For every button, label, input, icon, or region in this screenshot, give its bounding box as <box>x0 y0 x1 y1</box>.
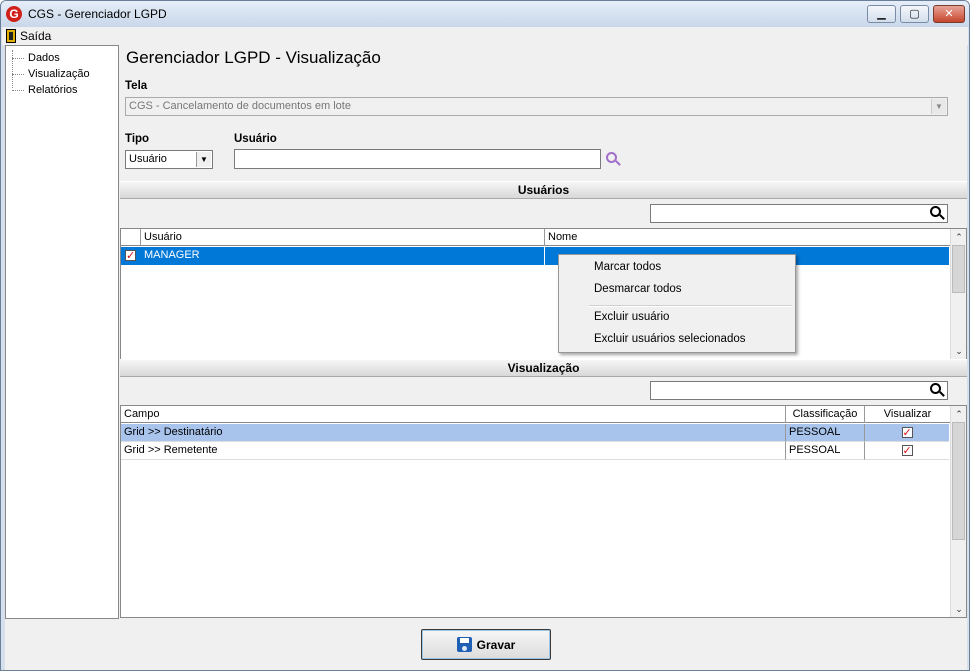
close-button[interactable]: ✕ <box>933 5 965 23</box>
minimize-button[interactable]: ▁ <box>867 5 896 23</box>
usuarios-grid-header: Usuário Nome <box>121 229 950 246</box>
cell-classificacao: PESSOAL <box>786 424 865 442</box>
exit-door-icon <box>6 29 16 43</box>
cell-classificacao: PESSOAL <box>786 442 865 460</box>
cell-visualizar[interactable] <box>865 424 949 442</box>
context-menu: Marcar todos Desmarcar todos Excluir usu… <box>558 254 796 353</box>
visualizacao-grid: Campo Classificação Visualizar Grid >> D… <box>120 405 967 618</box>
column-header-check <box>121 229 141 246</box>
cell-campo: Grid >> Remetente <box>121 442 786 460</box>
search-icon[interactable] <box>930 206 946 222</box>
checkbox-checked-icon[interactable] <box>901 443 913 460</box>
cell-visualizar[interactable] <box>865 442 949 460</box>
chevron-down-icon[interactable]: ▼ <box>196 152 211 167</box>
page-title: Gerenciador LGPD - Visualização <box>126 48 381 67</box>
exit-label: Saída <box>20 29 52 43</box>
usuario-label: Usuário <box>234 133 277 145</box>
chevron-down-icon[interactable]: ▼ <box>931 99 946 114</box>
footer-bar: Gravar <box>5 619 967 670</box>
tela-label: Tela <box>125 80 148 92</box>
tree-item-dados[interactable]: Dados <box>12 50 60 66</box>
usuarios-section-header: Usuários <box>120 181 967 199</box>
visualizacao-scrollbar[interactable]: ⌃ ⌄ <box>950 406 966 617</box>
app-window: G CGS - Gerenciador LGPD ▁ ▢ ✕ Saída Dad… <box>0 0 970 671</box>
usuarios-scrollbar[interactable]: ⌃ ⌄ <box>950 229 966 359</box>
checkbox-checked-icon[interactable] <box>901 425 913 442</box>
visualizacao-grid-header: Campo Classificação Visualizar <box>121 406 950 423</box>
floppy-disk-icon <box>456 637 472 652</box>
table-row[interactable]: Grid >> Destinatário PESSOAL <box>121 424 949 442</box>
tela-select[interactable]: CGS - Cancelamento de documentos em lote… <box>125 97 948 116</box>
scroll-up-icon[interactable]: ⌃ <box>951 406 967 422</box>
menu-bar: Saída <box>2 27 968 45</box>
scroll-thumb[interactable] <box>952 422 965 540</box>
context-item-excluir-usuario[interactable]: Excluir usuário <box>594 311 669 323</box>
table-row[interactable]: MANAGER <box>121 247 949 265</box>
visualizacao-filter-input[interactable] <box>650 381 948 400</box>
checkbox-checked-icon[interactable] <box>125 248 136 265</box>
column-header-visualizar[interactable]: Visualizar <box>865 406 950 423</box>
tipo-select-value: Usuário <box>129 153 167 165</box>
tree-item-visualizacao[interactable]: Visualização <box>12 66 90 82</box>
tree-item-relatorios[interactable]: Relatórios <box>12 82 78 98</box>
search-icon[interactable] <box>606 152 622 168</box>
scroll-thumb[interactable] <box>952 245 965 293</box>
column-header-classificacao[interactable]: Classificação <box>786 406 865 423</box>
save-button[interactable]: Gravar <box>421 629 551 660</box>
column-header-campo[interactable]: Campo <box>121 406 786 423</box>
search-icon[interactable] <box>930 383 946 399</box>
context-item-marcar-todos[interactable]: Marcar todos <box>594 261 661 273</box>
usuarios-filter-input[interactable] <box>650 204 948 223</box>
scroll-up-icon[interactable]: ⌃ <box>951 229 967 245</box>
exit-menu-item[interactable]: Saída <box>6 28 51 44</box>
content-area: Dados Visualização Relatórios Gerenciado… <box>5 45 967 670</box>
save-button-label: Gravar <box>476 637 516 652</box>
scroll-down-icon[interactable]: ⌄ <box>951 343 967 359</box>
maximize-button[interactable]: ▢ <box>900 5 929 23</box>
visualizacao-section-header: Visualização <box>120 359 967 377</box>
context-item-desmarcar-todos[interactable]: Desmarcar todos <box>594 283 682 295</box>
usuario-input[interactable] <box>234 149 601 169</box>
usuarios-grid: Usuário Nome MANAGER ⌃ ⌄ <box>120 228 967 360</box>
column-header-nome[interactable]: Nome <box>545 229 950 246</box>
navigation-tree: Dados Visualização Relatórios <box>5 45 119 619</box>
row-checkbox-cell[interactable] <box>121 247 141 265</box>
table-row[interactable]: Grid >> Remetente PESSOAL <box>121 442 949 460</box>
column-header-usuario[interactable]: Usuário <box>141 229 545 246</box>
scroll-down-icon[interactable]: ⌄ <box>951 601 967 617</box>
cell-campo: Grid >> Destinatário <box>121 424 786 442</box>
context-separator <box>589 305 792 307</box>
tela-select-value: CGS - Cancelamento de documentos em lote <box>129 100 351 112</box>
title-bar[interactable]: G CGS - Gerenciador LGPD ▁ ▢ ✕ <box>1 1 969 27</box>
window-title: CGS - Gerenciador LGPD <box>28 7 167 21</box>
cell-usuario: MANAGER <box>141 247 545 265</box>
tipo-label: Tipo <box>125 133 150 145</box>
app-logo-icon: G <box>6 6 22 22</box>
context-item-excluir-selecionados[interactable]: Excluir usuários selecionados <box>594 333 746 345</box>
tipo-select[interactable]: Usuário ▼ <box>125 150 213 169</box>
main-panel: Gerenciador LGPD - Visualização Tela CGS… <box>120 45 967 619</box>
